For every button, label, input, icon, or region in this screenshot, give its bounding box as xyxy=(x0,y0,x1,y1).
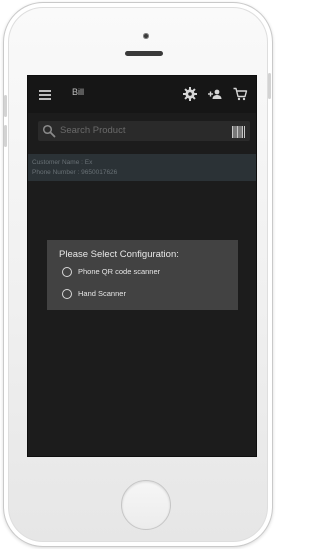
app-title: Bill xyxy=(72,87,85,97)
earpiece-speaker xyxy=(125,51,163,56)
customer-name: Customer Name : Ex xyxy=(32,159,93,166)
app-screen: Bill Search Product Customer Name: Ex P… xyxy=(27,75,257,457)
dialog-title: Please Select Configuration: xyxy=(59,249,179,260)
cart-icon[interactable] xyxy=(232,86,248,102)
radio-button[interactable] xyxy=(62,267,72,277)
device-frame-page: Bill Search Product Customer Name: Ex P… xyxy=(0,0,276,549)
add-user-icon[interactable] xyxy=(207,86,223,102)
volume-down-button xyxy=(4,125,7,147)
search-icon xyxy=(42,124,56,138)
option-hand-scanner[interactable]: Hand Scanner xyxy=(59,288,234,302)
search-placeholder: Search Product xyxy=(60,125,126,136)
option-label: Phone QR code scanner xyxy=(78,267,161,276)
radio-button[interactable] xyxy=(62,289,72,299)
volume-up-button xyxy=(4,95,7,117)
settings-gear-icon[interactable] xyxy=(182,86,198,102)
configuration-dialog: Please Select Configuration: Phone QR co… xyxy=(47,240,238,310)
power-button xyxy=(268,73,271,99)
app-bar: Bill xyxy=(28,76,256,113)
search-input[interactable]: Search Product xyxy=(38,121,250,141)
option-phone-qr-scanner[interactable]: Phone QR code scanner xyxy=(59,266,234,280)
option-label: Hand Scanner xyxy=(78,289,126,298)
customer-phone: Phone Number : 9650017626 xyxy=(32,169,118,176)
menu-icon[interactable] xyxy=(39,90,51,100)
customer-info-bar: Customer Name : Ex Phone Number : 965001… xyxy=(28,154,256,181)
front-camera xyxy=(143,33,149,39)
barcode-icon[interactable] xyxy=(232,125,245,138)
home-button[interactable] xyxy=(121,480,171,530)
